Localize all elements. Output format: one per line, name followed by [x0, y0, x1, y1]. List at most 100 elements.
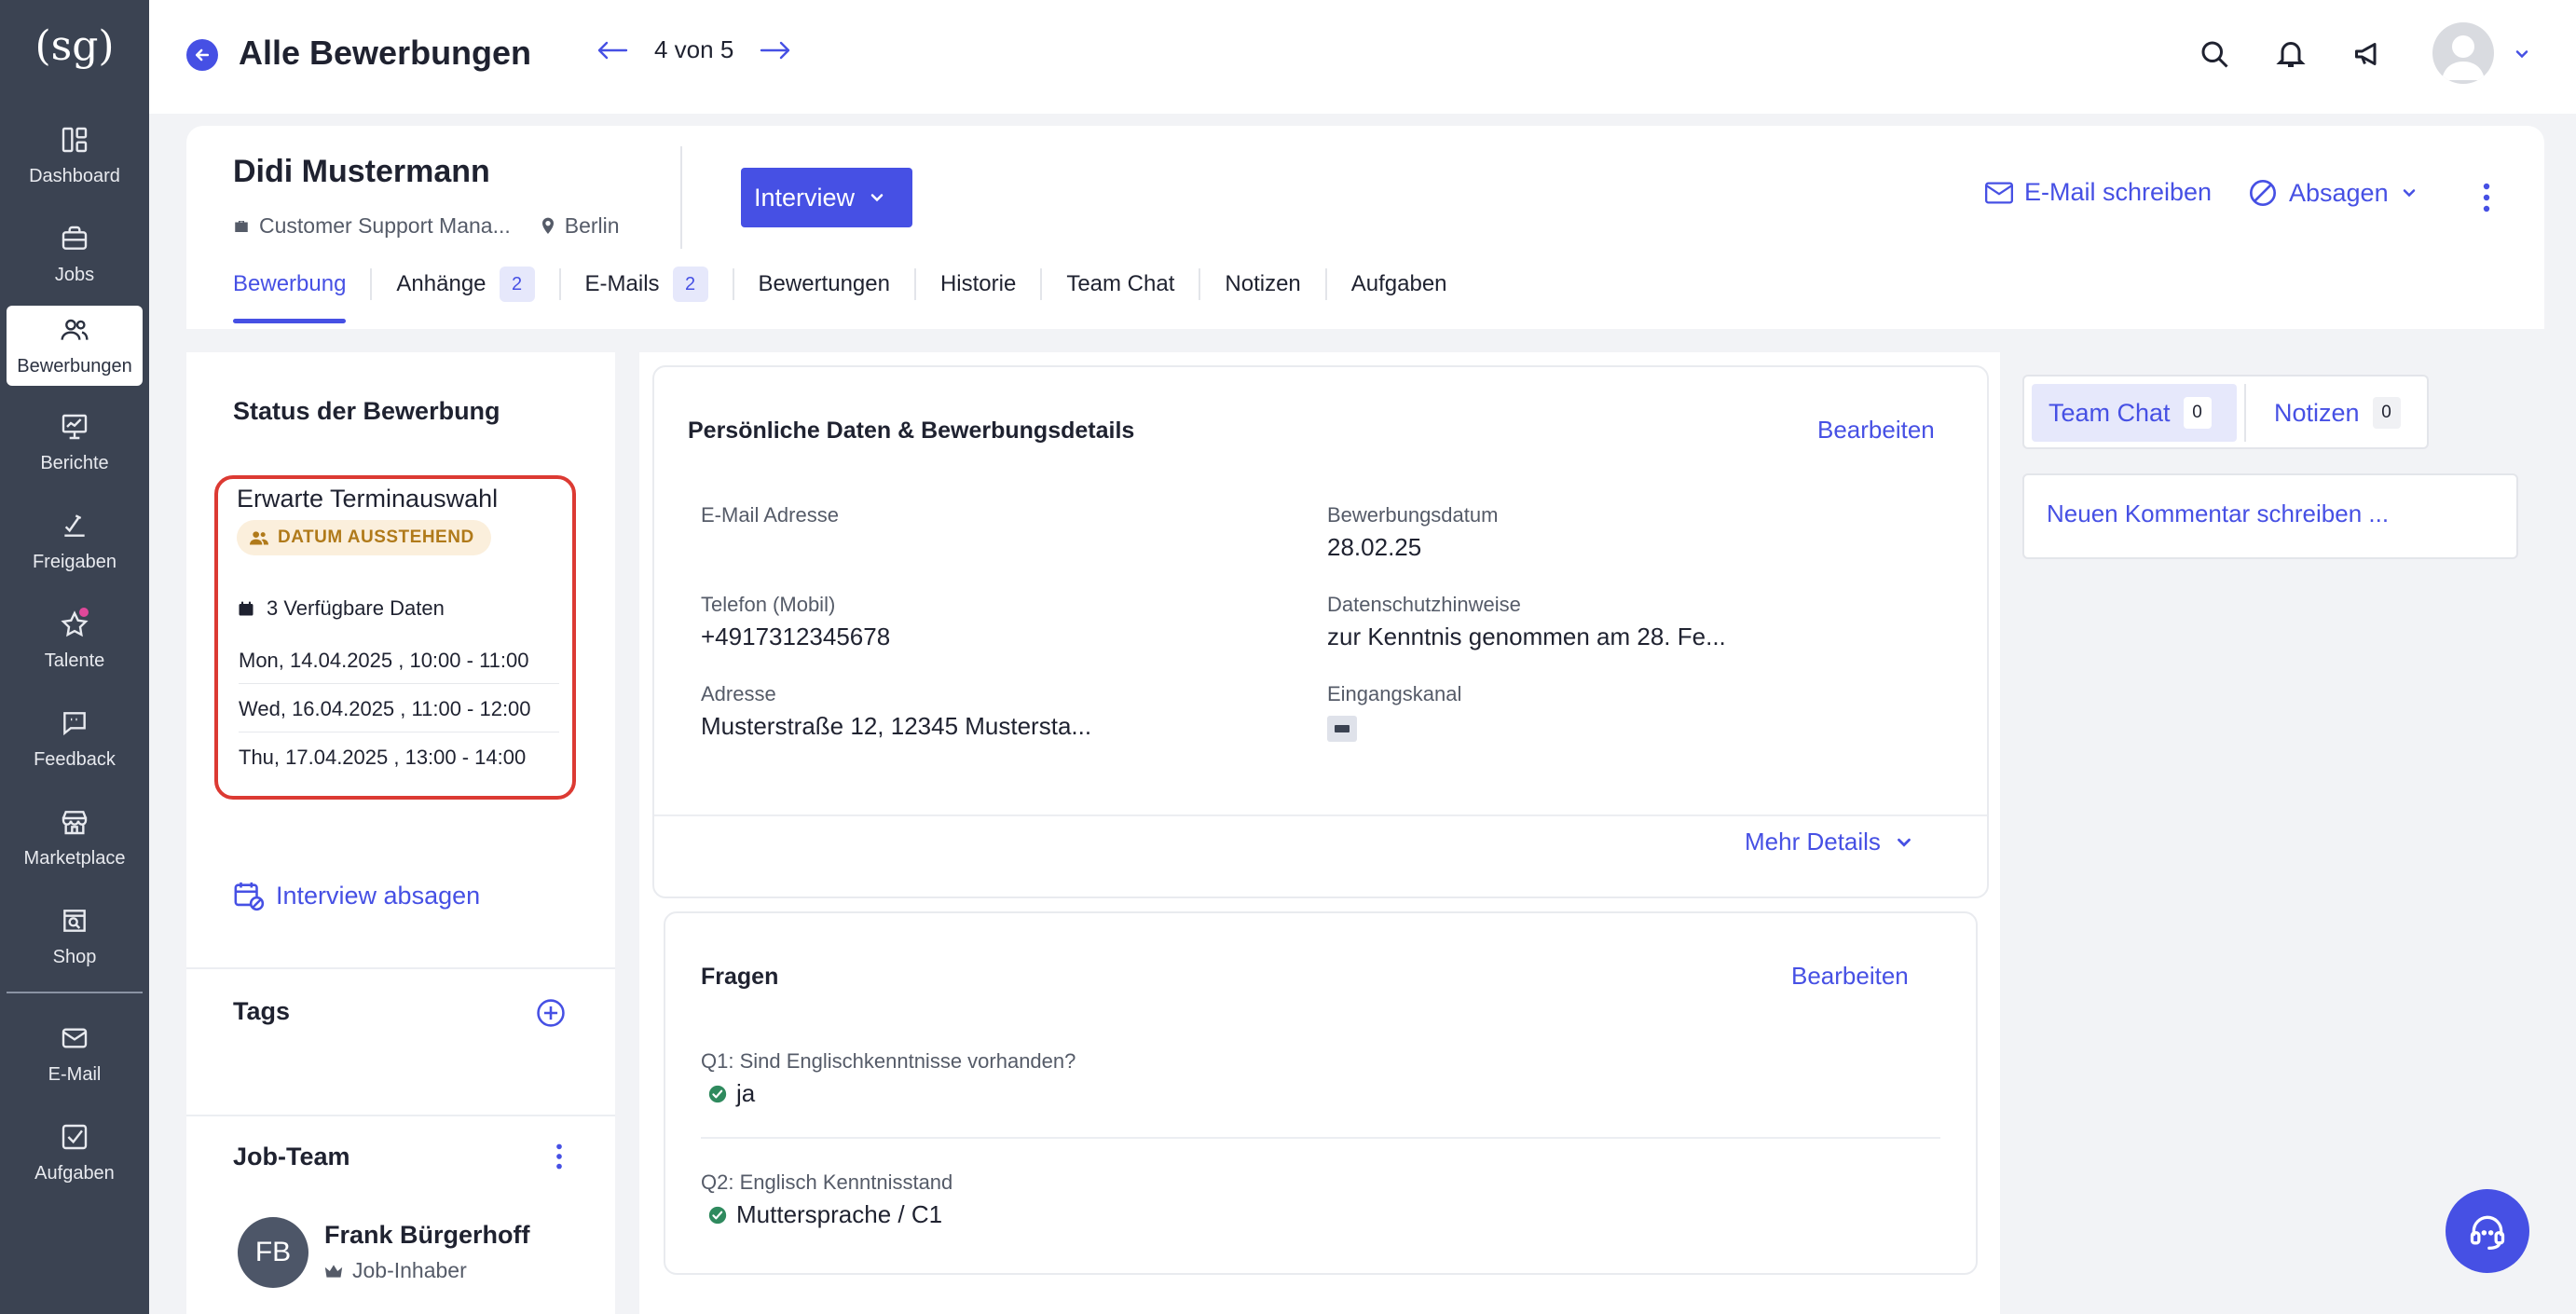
user-avatar[interactable]	[2432, 22, 2494, 84]
cancel-interview-button[interactable]: Interview absagen	[233, 880, 480, 911]
team-member-role: Job-Inhaber	[324, 1258, 467, 1283]
available-dates-label: 3 Verfügbare Daten	[267, 596, 445, 620]
sidebar: (sg) Dashboard Jobs Bewerbungen Berichte…	[0, 0, 149, 1314]
sidebar-item-jobs[interactable]: Jobs	[7, 211, 143, 296]
header-divider	[680, 146, 682, 249]
count-badge: 2	[499, 267, 535, 302]
sidebar-item-label: E-Mail	[48, 1064, 102, 1085]
feedback-icon	[7, 708, 143, 742]
pager: 4 von 5	[596, 35, 791, 64]
main-content: Persönliche Daten & Bewerbungsdetails Be…	[639, 352, 2000, 1314]
stage-label: Interview	[754, 183, 856, 212]
sidebar-item-shop[interactable]: Shop	[7, 893, 143, 979]
answer-text: ja	[736, 1079, 756, 1107]
field-value-phone[interactable]: +4917312345678	[701, 623, 890, 651]
personal-details-card: Persönliche Daten & Bewerbungsdetails Be…	[652, 365, 1989, 898]
chevron-down-icon	[868, 188, 886, 207]
crown-icon	[324, 1264, 343, 1279]
date-option: Thu, 17.04.2025 , 13:00 - 14:00	[239, 746, 527, 769]
status-badge: DATUM AUSSTEHEND	[237, 520, 491, 555]
tab-label: Bewertungen	[758, 271, 890, 296]
field-label: Bewerbungsdatum	[1327, 503, 1499, 527]
tab-emails[interactable]: E-Mails 2	[585, 266, 708, 303]
app-logo[interactable]: (sg)	[34, 17, 116, 76]
shop-search-icon	[7, 906, 143, 939]
store-icon	[7, 807, 143, 841]
sidebar-item-marketplace[interactable]: Marketplace	[7, 794, 143, 880]
edit-questions-button[interactable]: Bearbeiten	[1791, 962, 1909, 991]
reject-dropdown-button[interactable]: Absagen	[2248, 178, 2418, 208]
reject-label: Absagen	[2289, 178, 2389, 207]
users-icon	[7, 315, 143, 349]
search-icon[interactable]	[2198, 37, 2231, 71]
tab-historie[interactable]: Historie	[940, 266, 1016, 303]
personal-details-title: Persönliche Daten & Bewerbungsdetails	[688, 417, 1135, 444]
field-label: Telefon (Mobil)	[701, 593, 836, 616]
date-option: Mon, 14.04.2025 , 10:00 - 11:00	[239, 637, 559, 684]
team-member-name: Frank Bürgerhoff	[324, 1221, 530, 1249]
more-options-icon[interactable]	[554, 1143, 565, 1170]
stage-dropdown-button[interactable]: Interview	[741, 168, 912, 227]
tab-label: Team Chat	[2048, 398, 2171, 427]
tab-notizen-panel[interactable]: Notizen 0	[2257, 384, 2418, 442]
sidebar-item-berichte[interactable]: Berichte	[7, 399, 143, 485]
more-options-icon[interactable]	[2481, 182, 2492, 213]
sidebar-item-bewerbungen[interactable]: Bewerbungen	[7, 306, 143, 386]
channel-icon	[1327, 716, 1357, 742]
tab-label: Notizen	[2274, 398, 2360, 427]
megaphone-icon[interactable]	[2352, 37, 2386, 71]
dashboard-icon	[7, 125, 143, 158]
write-email-button[interactable]: E-Mail schreiben	[1985, 178, 2212, 207]
sidebar-item-talente[interactable]: Talente	[7, 596, 143, 682]
mail-icon	[7, 1023, 143, 1057]
field-value-privacy: zur Kenntnis genommen am 28. Fe...	[1327, 623, 1726, 650]
new-comment-input[interactable]: Neuen Kommentar schreiben ...	[2022, 473, 2518, 559]
users-icon	[250, 529, 268, 546]
candidate-header: Didi Mustermann Customer Support Mana...…	[186, 126, 2544, 329]
candidate-job[interactable]: Customer Support Mana...	[259, 213, 511, 239]
sidebar-item-label: Marketplace	[23, 848, 126, 869]
sidebar-item-freigaben[interactable]: Freigaben	[7, 498, 143, 583]
sidebar-item-label: Aufgaben	[34, 1163, 115, 1184]
sidebar-item-dashboard[interactable]: Dashboard	[7, 112, 143, 198]
add-tag-icon[interactable]	[535, 997, 567, 1029]
chart-icon	[7, 412, 143, 445]
status-panel: Status der Bewerbung Erwarte Terminauswa…	[186, 352, 615, 1314]
sidebar-divider	[7, 992, 143, 993]
next-arrow-icon[interactable]	[760, 40, 791, 61]
more-details-button[interactable]: Mehr Details	[1745, 828, 1914, 856]
answer-text: Muttersprache / C1	[736, 1200, 943, 1228]
page-title: Alle Bewerbungen	[239, 34, 532, 72]
tab-bewertungen[interactable]: Bewertungen	[759, 266, 890, 303]
tab-anhaenge[interactable]: Anhänge 2	[396, 266, 535, 303]
job-team-title: Job-Team	[233, 1143, 350, 1170]
prev-arrow-icon[interactable]	[596, 40, 628, 61]
chevron-down-icon[interactable]	[2513, 45, 2531, 63]
status-title: Status der Bewerbung	[233, 397, 500, 425]
bell-icon[interactable]	[2274, 35, 2308, 71]
tab-aufgaben[interactable]: Aufgaben	[1351, 266, 1447, 303]
edit-personal-button[interactable]: Bearbeiten	[1817, 416, 1935, 445]
tab-team-chat-panel[interactable]: Team Chat 0	[2032, 384, 2237, 442]
sidebar-item-feedback[interactable]: Feedback	[7, 695, 143, 781]
sidebar-item-label: Bewerbungen	[17, 356, 132, 376]
status-highlight-box: Erwarte Terminauswahl DATUM AUSSTEHEND 3…	[214, 475, 576, 800]
question-label: Q2: Englisch Kenntnisstand	[701, 1170, 953, 1194]
block-icon	[2248, 178, 2278, 208]
avatar: FB	[238, 1217, 308, 1288]
field-label: Adresse	[701, 682, 776, 705]
tab-label: E-Mails	[584, 271, 660, 296]
tab-team-chat[interactable]: Team Chat	[1066, 266, 1174, 303]
sidebar-item-email[interactable]: E-Mail	[7, 1010, 143, 1096]
tab-notizen[interactable]: Notizen	[1225, 266, 1300, 303]
back-button[interactable]	[186, 39, 218, 71]
support-chat-button[interactable]	[2446, 1189, 2529, 1273]
tab-label: Anhänge	[396, 271, 486, 296]
sidebar-item-label: Dashboard	[29, 166, 120, 186]
sidebar-item-aufgaben[interactable]: Aufgaben	[7, 1109, 143, 1195]
sidebar-item-label: Feedback	[34, 749, 116, 770]
headset-icon	[2467, 1211, 2508, 1252]
tab-bewerbung[interactable]: Bewerbung	[233, 266, 347, 323]
sidebar-item-label: Shop	[52, 947, 97, 967]
briefcase-icon	[233, 218, 250, 235]
